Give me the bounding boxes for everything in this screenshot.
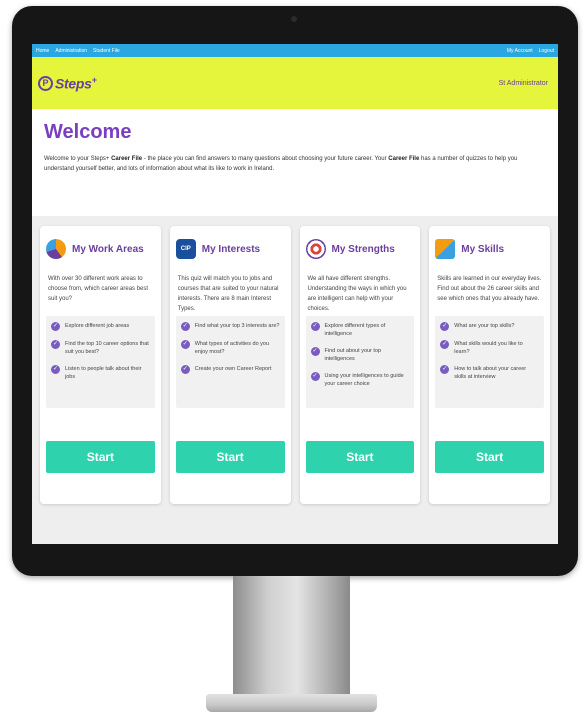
welcome-text: Welcome to your Steps+ Career File - the…	[44, 156, 518, 172]
list-item: ✓ How to talk about your career skills at…	[440, 365, 527, 380]
monitor-stand-base	[206, 694, 377, 712]
card-work-areas: My Work Areas With over 30 different wor…	[40, 226, 161, 504]
list-item: ✓ Find what your top 3 interests are?	[180, 322, 280, 331]
check-icon: ✓	[180, 322, 190, 331]
logo-text: Steps	[55, 75, 92, 92]
card-title: My Skills	[461, 243, 505, 255]
steps-logo[interactable]: P Steps+	[38, 74, 97, 92]
camera-dot	[291, 16, 297, 22]
card-interests: CIP My Interests This quiz will match yo…	[169, 226, 291, 504]
user-name[interactable]: St Administrator	[499, 80, 548, 87]
site-header: P Steps+ St Administrator	[32, 57, 558, 109]
list-item: ✓ What types of activities do you enjoy m…	[180, 340, 270, 355]
list-item: ✓ Explore different types of intelligence	[310, 322, 386, 337]
strengths-icon	[305, 239, 326, 259]
card-bullets: ✓ Find what your top 3 interests are? ✓ Wh…	[175, 316, 285, 408]
check-icon: ✓	[310, 347, 320, 356]
card-bullets: ✓ Explore different types of intelligence…	[305, 316, 415, 408]
start-button-skills[interactable]: Start	[435, 441, 544, 473]
interests-icon: CIP	[175, 239, 196, 259]
check-icon: ✓	[440, 322, 450, 331]
start-button-interests[interactable]: Start	[175, 441, 285, 473]
welcome-section: Welcome Welcome to your Steps+ Career Fi…	[32, 109, 558, 216]
list-item: ✓ Listen to people talk about their jobs	[51, 365, 142, 380]
list-item: ✓ Create your own Career Report	[180, 365, 272, 374]
card-skills: My Skills Skills are learned in our ever…	[429, 226, 550, 504]
monitor-frame: Home Administration Student File My Acco…	[12, 6, 578, 576]
card-strengths: My Strengths We all have different stren…	[299, 226, 421, 504]
logo-p-icon: P	[38, 75, 53, 91]
card-bullets: ✓ Explore different job areas ✓ Find the t…	[46, 316, 155, 408]
check-icon: ✓	[310, 372, 320, 381]
quiz-cards: My Work Areas With over 30 different wor…	[32, 216, 558, 544]
check-icon: ✓	[310, 322, 320, 331]
nav-student-file-link[interactable]: Student File	[93, 48, 120, 54]
screen: Home Administration Student File My Acco…	[32, 44, 558, 544]
check-icon: ✓	[180, 365, 190, 374]
card-description: Skills are learned in our everyday lives…	[437, 276, 542, 302]
check-icon: ✓	[51, 365, 60, 374]
list-item: ✓ What are your top skills?	[440, 322, 515, 331]
monitor-stand-neck	[233, 576, 350, 694]
page-title: Welcome	[44, 121, 132, 143]
nav-administration-link[interactable]: Administration	[55, 48, 87, 54]
list-item: ✓ What skills would you like to learn?	[440, 340, 523, 355]
card-description: With over 30 different work areas to cho…	[48, 276, 149, 302]
check-icon: ✓	[180, 340, 190, 349]
start-button-strengths[interactable]: Start	[305, 441, 415, 473]
list-item: ✓ Find out about your top intelligences	[310, 347, 382, 362]
check-icon: ✓	[440, 340, 450, 349]
card-title: My Work Areas	[72, 243, 144, 255]
work-areas-icon	[46, 239, 66, 259]
logo-plus: +	[91, 74, 97, 85]
list-item: ✓ Explore different job areas	[51, 322, 130, 331]
nav-home-link[interactable]: Home	[36, 48, 49, 54]
card-title: My Strengths	[331, 243, 395, 255]
check-icon: ✓	[440, 365, 450, 374]
card-description: We all have different strengths. Underst…	[307, 276, 407, 312]
card-title: My Interests	[201, 243, 261, 255]
list-item: ✓ Find the top 10 career options that sui…	[51, 340, 149, 355]
skills-icon	[435, 239, 456, 259]
card-bullets: ✓ What are your top skills? ✓ What skills …	[435, 316, 544, 408]
start-button-work-areas[interactable]: Start	[46, 441, 155, 473]
check-icon: ✓	[51, 340, 60, 349]
check-icon: ✓	[51, 322, 60, 331]
card-description: This quiz will match you to jobs and cou…	[177, 276, 279, 312]
nav-my-account-link[interactable]: My Account	[507, 48, 533, 54]
list-item: ✓ Using your intelligences to guide your …	[310, 372, 404, 387]
nav-logout-link[interactable]: Logout	[539, 48, 554, 54]
top-nav-bar: Home Administration Student File My Acco…	[32, 44, 558, 57]
